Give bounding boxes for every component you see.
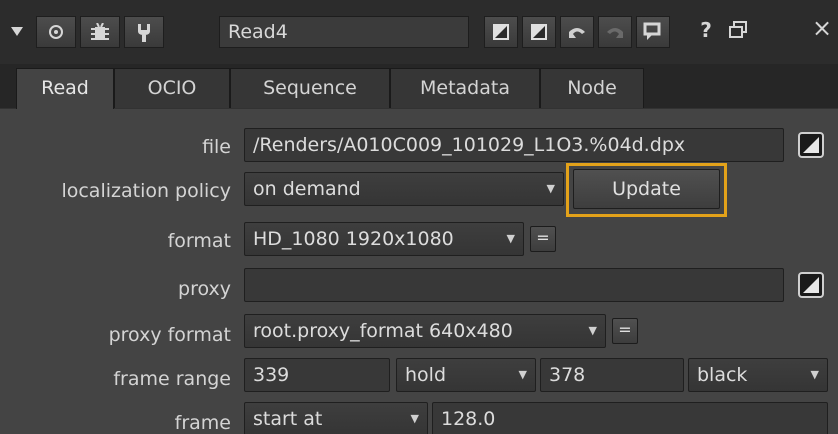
tab-read[interactable]: Read [16,68,114,109]
format-value: HD_1080 1920x1080 [253,228,454,250]
redo-icon[interactable] [598,16,632,48]
revert-icon[interactable] [636,16,670,48]
file-browse-icon[interactable] [796,130,826,160]
frame-value-field[interactable]: 128.0 [432,402,828,434]
chevron-down-icon: ▼ [588,324,597,337]
update-button[interactable]: Update [573,169,720,209]
tab-metadata[interactable]: Metadata [390,68,540,108]
tab-sequence[interactable]: Sequence [230,68,390,108]
after-mode-dropdown[interactable]: black ▼ [688,358,828,392]
frame-mode-dropdown[interactable]: start at ▼ [244,402,428,434]
center-circle-icon[interactable] [36,16,76,48]
close-icon[interactable]: × [812,14,838,44]
file-path-field[interactable]: /Renders/A010C009_101029_L1O3.%04d.dpx [244,128,784,162]
before-mode-dropdown[interactable]: hold ▼ [396,358,536,392]
proxy-format-label: proxy format [108,324,231,346]
undo-icon[interactable] [560,16,594,48]
node-toolbar: Read4 ? × [0,0,838,64]
proxy-format-edit-button[interactable]: = [612,318,638,344]
format-label: format [167,230,231,252]
frame-label: frame [174,412,231,434]
proxy-format-dropdown[interactable]: root.proxy_format 640x480 ▼ [244,314,606,348]
tab-bar: Read OCIO Sequence Metadata Node [0,64,838,109]
help-icon[interactable]: ? [694,18,718,48]
frame-mode-value: start at [253,408,323,430]
tab-node[interactable]: Node [540,68,644,108]
split-icon[interactable] [484,16,518,48]
format-dropdown[interactable]: HD_1080 1920x1080 ▼ [244,222,524,256]
before-mode-value: hold [405,364,447,386]
frame-range-label: frame range [113,368,231,390]
file-label: file [202,136,231,158]
chevron-down-icon: ▼ [810,368,819,381]
split-icon[interactable] [522,16,556,48]
update-button-highlight: Update [566,163,727,217]
localization-policy-dropdown[interactable]: on demand ▼ [244,172,564,206]
tool-icon[interactable] [124,16,164,48]
tab-ocio[interactable]: OCIO [114,68,230,108]
chevron-down-icon: ▼ [518,368,527,381]
collapse-triangle-icon[interactable] [4,16,30,48]
frame-range-first-field[interactable]: 339 [244,358,390,392]
format-edit-button[interactable]: = [530,226,556,252]
after-mode-value: black [697,364,748,386]
proxy-label: proxy [178,278,231,300]
localization-policy-value: on demand [253,178,361,200]
chevron-down-icon: ▼ [506,232,515,245]
chevron-down-icon: ▼ [546,182,555,195]
float-window-icon[interactable] [728,20,754,46]
proxy-path-field[interactable] [244,268,784,302]
bug-icon[interactable] [80,16,120,48]
proxy-format-value: root.proxy_format 640x480 [253,320,513,342]
proxy-browse-icon[interactable] [796,270,826,300]
localization-policy-label: localization policy [61,180,231,202]
node-name-field[interactable]: Read4 [219,16,469,48]
frame-range-last-field[interactable]: 378 [540,358,684,392]
chevron-down-icon: ▼ [410,412,419,425]
